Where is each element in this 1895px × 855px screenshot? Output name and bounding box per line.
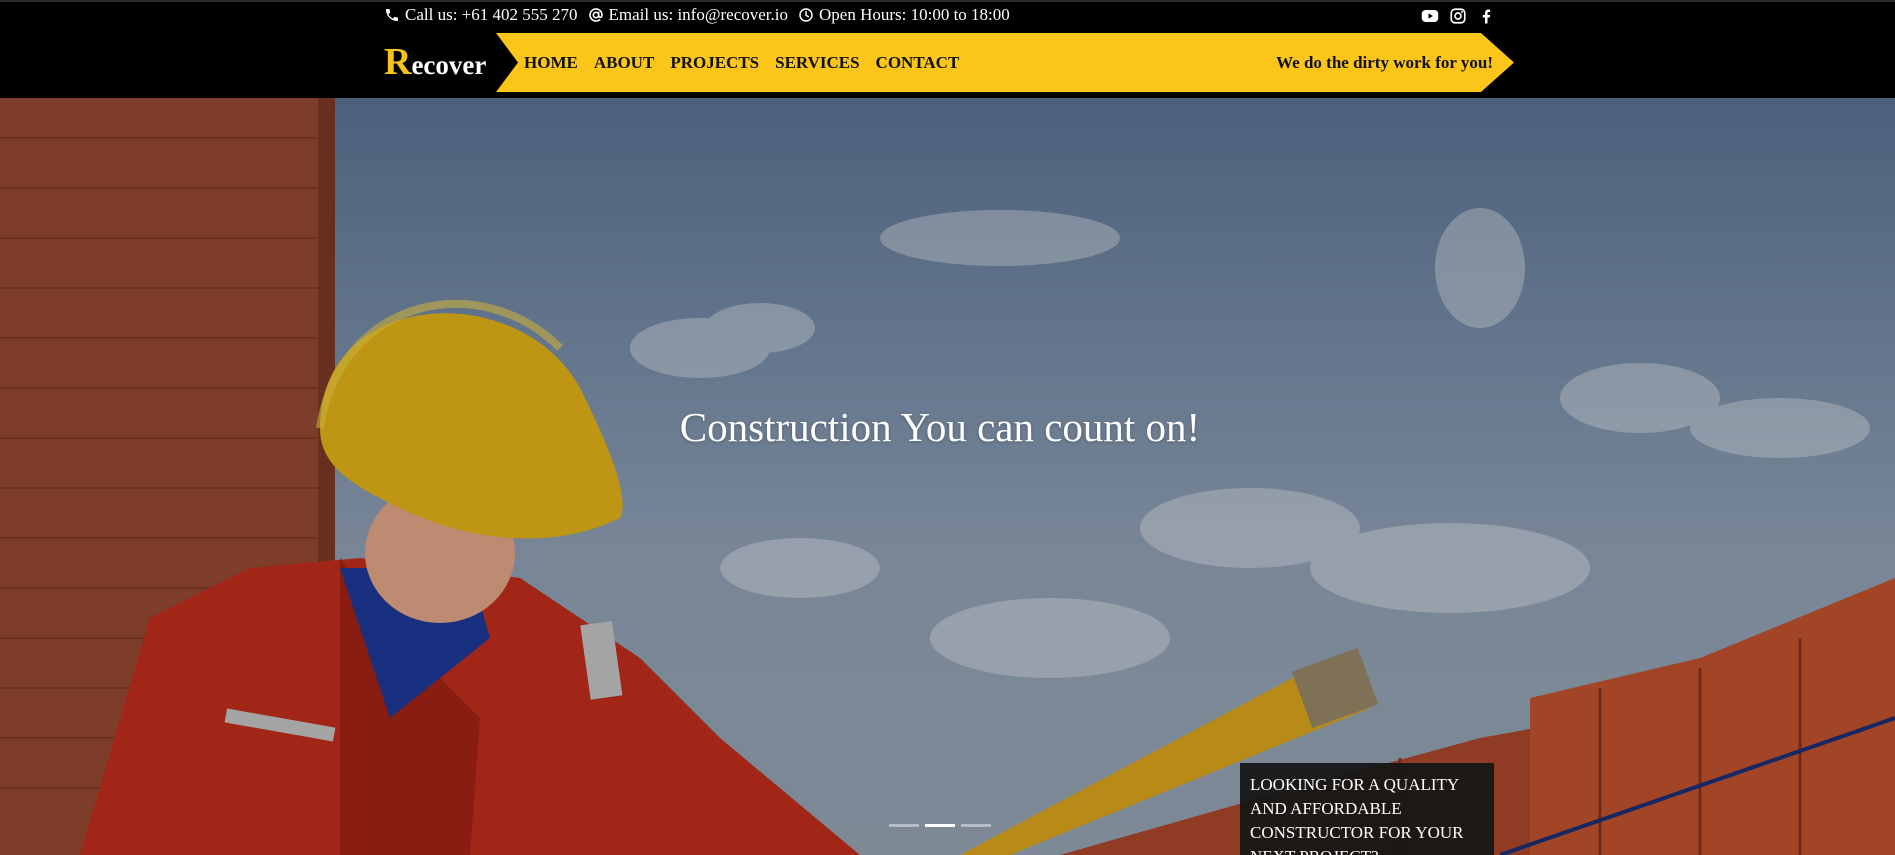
clock-icon — [799, 8, 813, 22]
email-info[interactable]: Email us: info@recover.io — [588, 5, 788, 25]
slider-dot-1[interactable] — [889, 824, 919, 827]
hero-headline: Construction You can count on! — [679, 404, 1201, 450]
nav-about[interactable]: ABOUT — [594, 53, 654, 73]
logo-initial: R — [384, 41, 412, 83]
email-text: Email us: info@recover.io — [608, 5, 788, 24]
hours-info: Open Hours: 10:00 to 18:00 — [798, 5, 1010, 25]
nav-menu: HOME ABOUT PROJECTS SERVICES CONTACT — [524, 33, 959, 92]
cta-text: LOOKING FOR A QUALITY AND AFFORDABLE CON… — [1250, 775, 1464, 855]
tagline: We do the dirty work for you! — [1276, 53, 1493, 72]
hero-overlay — [0, 98, 1895, 855]
phone-text: Call us: +61 402 555 270 — [405, 5, 578, 24]
nav-home[interactable]: HOME — [524, 53, 578, 73]
hours-text: Open Hours: 10:00 to 18:00 — [819, 5, 1010, 24]
site-logo[interactable]: Recover — [384, 40, 486, 84]
phone-icon — [386, 9, 398, 21]
phone-info[interactable]: Call us: +61 402 555 270 — [384, 5, 578, 25]
main-navbar: Recover HOME ABOUT PROJECTS SERVICES CON… — [0, 30, 1895, 98]
youtube-icon[interactable] — [1421, 7, 1439, 25]
instagram-icon[interactable] — [1449, 7, 1467, 25]
nav-services[interactable]: SERVICES — [775, 53, 859, 73]
social-links — [1421, 7, 1495, 25]
nav-band: HOME ABOUT PROJECTS SERVICES CONTACT We … — [496, 33, 1514, 92]
slider-indicators — [889, 824, 991, 827]
contact-info: Call us: +61 402 555 270 Email us: info@… — [384, 5, 1010, 25]
nav-contact[interactable]: CONTACT — [876, 53, 960, 73]
facebook-icon[interactable] — [1477, 7, 1495, 25]
slider-dot-3[interactable] — [961, 824, 991, 827]
top-info-bar: Call us: +61 402 555 270 Email us: info@… — [0, 0, 1895, 30]
hero-slider: Construction You can count on! LOOKING F… — [0, 98, 1895, 855]
slider-dot-2[interactable] — [925, 824, 955, 827]
cta-box[interactable]: LOOKING FOR A QUALITY AND AFFORDABLE CON… — [1240, 763, 1494, 855]
logo-rest: ecover — [411, 50, 487, 80]
at-icon — [588, 8, 603, 22]
nav-projects[interactable]: PROJECTS — [670, 53, 759, 73]
